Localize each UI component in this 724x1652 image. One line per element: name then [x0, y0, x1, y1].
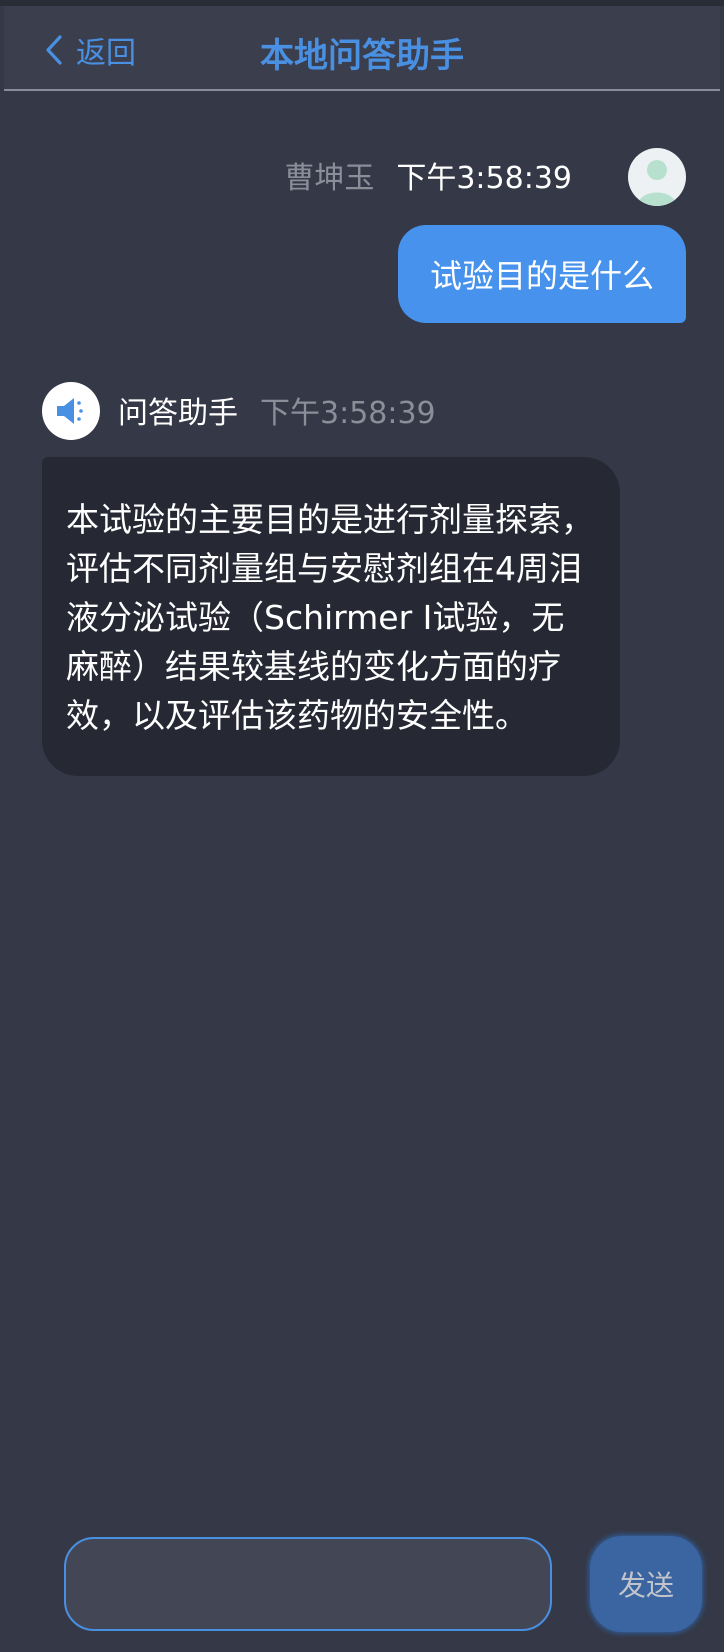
user-message-meta: 曹坤玉 下午3:58:39: [284, 155, 572, 196]
message-input[interactable]: [64, 1537, 552, 1631]
assistant-message-bubble: 本试验的主要目的是进行剂量探索，评估不同剂量组与安慰剂组在4周泪液分泌试验（Sc…: [42, 457, 620, 776]
assistant-name: 问答助手: [118, 396, 238, 431]
send-button[interactable]: 发送: [590, 1536, 702, 1632]
page-title: 本地问答助手: [260, 36, 464, 76]
user-message-text: 试验目的是什么: [429, 257, 654, 295]
user-avatar-icon: [628, 148, 686, 206]
user-message-time: 下午3:58:39: [396, 161, 572, 196]
app-header: 返回 本地问答助手: [4, 6, 720, 91]
assistant-message-time: 下午3:58:39: [260, 396, 436, 431]
send-label: 发送: [617, 1569, 674, 1602]
assistant-message-meta: 问答助手 下午3:58:39: [118, 388, 436, 432]
user-message-bubble: 试验目的是什么: [397, 225, 686, 323]
user-name: 曹坤玉: [284, 161, 375, 196]
speaker-icon: [42, 382, 100, 440]
assistant-message-text: 本试验的主要目的是进行剂量探索，评估不同剂量组与安慰剂组在4周泪液分泌试验（Sc…: [66, 500, 594, 735]
